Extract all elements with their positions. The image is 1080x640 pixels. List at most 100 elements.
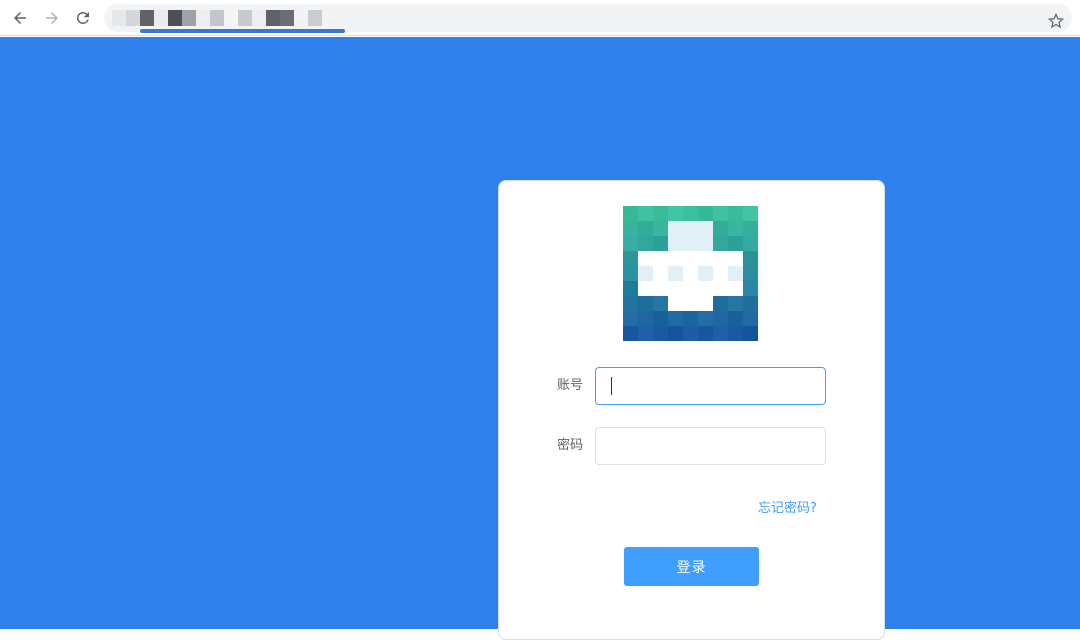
logo-pixel [728, 281, 743, 296]
text-caret [611, 377, 612, 395]
url-underline [140, 29, 345, 33]
logo-pixel [698, 281, 713, 296]
logo-pixel [683, 296, 698, 311]
logo-pixel [713, 236, 728, 251]
login-card: 账号 密码 忘记密码? 登录 [498, 180, 885, 640]
logo-pixel [743, 206, 758, 221]
logo-pixel [728, 266, 743, 281]
logo-pixel [713, 266, 728, 281]
logo-pixel [713, 311, 728, 326]
forward-icon[interactable] [41, 7, 63, 29]
logo-pixel [623, 206, 638, 221]
logo-pixel [668, 281, 683, 296]
logo-pixel [638, 281, 653, 296]
logo-pixel [728, 221, 743, 236]
logo-pixel [623, 311, 638, 326]
logo-pixel [728, 296, 743, 311]
logo-pixel [728, 251, 743, 266]
logo-pixel [698, 311, 713, 326]
logo-pixel [683, 206, 698, 221]
logo-pixel [683, 251, 698, 266]
logo-pixel [743, 296, 758, 311]
logo-pixel [713, 206, 728, 221]
logo-pixel [668, 311, 683, 326]
logo-pixel [668, 221, 683, 236]
logo-pixel [698, 326, 713, 341]
logo-pixel [683, 236, 698, 251]
password-row: 密码 [499, 427, 886, 465]
logo-pixel [668, 326, 683, 341]
star-icon[interactable] [1047, 12, 1065, 29]
logo-pixel [638, 326, 653, 341]
logo-pixel [638, 221, 653, 236]
logo-pixel [683, 281, 698, 296]
logo-pixel [638, 296, 653, 311]
logo-pixel [713, 296, 728, 311]
logo-pixel [743, 236, 758, 251]
password-input[interactable] [595, 427, 826, 465]
logo-pixel [668, 206, 683, 221]
logo-pixel [743, 281, 758, 296]
logo-pixel [713, 326, 728, 341]
logo-pixel [653, 236, 668, 251]
logo-pixel [728, 326, 743, 341]
logo-pixel [653, 251, 668, 266]
logo-pixel [653, 266, 668, 281]
logo-pixel [638, 236, 653, 251]
logo-pixel [743, 311, 758, 326]
forgot-password-link[interactable]: 忘记密码? [758, 497, 817, 516]
logo-pixel [638, 251, 653, 266]
logo-pixel [668, 236, 683, 251]
logo-pixel [743, 326, 758, 341]
logo-pixel [623, 251, 638, 266]
logo-pixel [698, 251, 713, 266]
logo-pixel [698, 221, 713, 236]
logo-pixel [668, 266, 683, 281]
logo-pixel [743, 266, 758, 281]
logo-pixel [683, 326, 698, 341]
logo-pixel [728, 206, 743, 221]
logo-pixel [653, 281, 668, 296]
password-label: 密码 [557, 438, 584, 453]
logo-pixel [653, 326, 668, 341]
logo-grid [623, 206, 758, 341]
address-bar[interactable] [104, 4, 1072, 32]
logo-pixel [728, 311, 743, 326]
logo-pixel [638, 311, 653, 326]
logo-pixel [698, 266, 713, 281]
logo-pixel [713, 251, 728, 266]
logo-pixel [668, 296, 683, 311]
login-button[interactable]: 登录 [624, 547, 759, 586]
logo-pixel [653, 296, 668, 311]
logo-pixel [698, 206, 713, 221]
logo-pixel [683, 266, 698, 281]
account-row: 账号 [499, 367, 886, 405]
logo-pixel [713, 281, 728, 296]
logo-pixel [698, 296, 713, 311]
back-icon[interactable] [9, 7, 31, 29]
logo-pixel [638, 266, 653, 281]
logo-pixel [623, 326, 638, 341]
logo-pixel [743, 221, 758, 236]
logo-pixel [743, 251, 758, 266]
logo-pixel [623, 221, 638, 236]
logo-pixel [623, 281, 638, 296]
account-input[interactable] [595, 367, 826, 405]
logo-pixel [623, 266, 638, 281]
logo-pixel [728, 236, 743, 251]
logo-pixel [653, 311, 668, 326]
logo-pixel [683, 311, 698, 326]
logo-pixel [713, 221, 728, 236]
account-label: 账号 [557, 378, 584, 393]
browser-toolbar [0, 0, 1080, 36]
logo-pixel [623, 236, 638, 251]
logo-pixel [653, 206, 668, 221]
logo-pixel [668, 251, 683, 266]
pixelated-logo [623, 206, 758, 341]
logo-pixel [623, 296, 638, 311]
page-background: 账号 密码 忘记密码? 登录 [0, 37, 1080, 640]
logo-pixel [698, 236, 713, 251]
reload-icon[interactable] [72, 7, 94, 29]
logo-pixel [653, 221, 668, 236]
obscured-url [112, 10, 322, 26]
